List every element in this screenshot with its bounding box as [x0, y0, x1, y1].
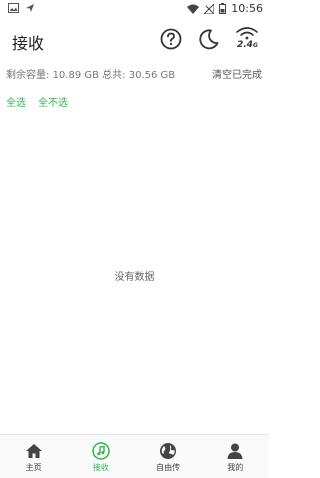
band-unit: G — [252, 42, 258, 49]
tab-receive[interactable]: 接收 — [67, 435, 134, 478]
wifi-icon — [236, 27, 258, 40]
empty-state: 没有数据 — [114, 272, 155, 283]
no-signal-icon — [204, 3, 215, 14]
send-icon — [26, 4, 34, 12]
selection-controls: 全选 全不选 — [6, 94, 68, 109]
total-value: 30.56 GB — [128, 70, 176, 81]
moon-icon — [199, 29, 219, 50]
tab-home[interactable]: 主页 — [0, 435, 67, 478]
tab-free-transfer-label: 自由传 — [156, 463, 181, 472]
clear-completed-button[interactable]: 清空已完成 — [212, 66, 262, 81]
total-label: 总共: — [102, 70, 126, 81]
tab-mine-label: 我的 — [227, 463, 244, 472]
page-title: 接收 — [12, 34, 45, 53]
select-all-button[interactable]: 全选 — [6, 94, 26, 109]
band-value: 2.4 — [237, 40, 253, 50]
app-bar: 接收 2.4G — [0, 22, 269, 58]
person-icon — [227, 443, 243, 459]
tab-home-label: 主页 — [25, 463, 42, 472]
remaining-value: 10.89 GB — [52, 70, 99, 81]
clock: 10:56 — [231, 2, 263, 15]
help-icon — [160, 28, 182, 50]
select-none-button[interactable]: 全不选 — [38, 94, 68, 109]
bottom-tab-bar: 主页 接收 自由传 我的 — [0, 434, 269, 478]
globe-icon — [160, 443, 177, 459]
remaining-label: 剩余容量: — [6, 70, 50, 81]
wifi-signal-icon — [187, 4, 200, 14]
tab-free-transfer[interactable]: 自由传 — [135, 435, 202, 478]
band-label: 2.4G — [237, 40, 258, 50]
home-icon — [25, 444, 42, 458]
wifi-band-button[interactable]: 2.4G — [234, 26, 260, 54]
tab-mine[interactable]: 我的 — [202, 435, 269, 478]
tab-receive-label: 接收 — [92, 463, 109, 472]
storage-info: 剩余容量: 10.89 GB 总共: 30.56 GB — [6, 66, 175, 81]
image-icon — [8, 3, 19, 13]
battery-icon — [219, 3, 227, 14]
music-note-icon — [92, 442, 110, 460]
night-mode-button[interactable] — [198, 28, 220, 50]
help-button[interactable] — [160, 28, 182, 50]
status-bar: 10:56 — [0, 0, 269, 18]
